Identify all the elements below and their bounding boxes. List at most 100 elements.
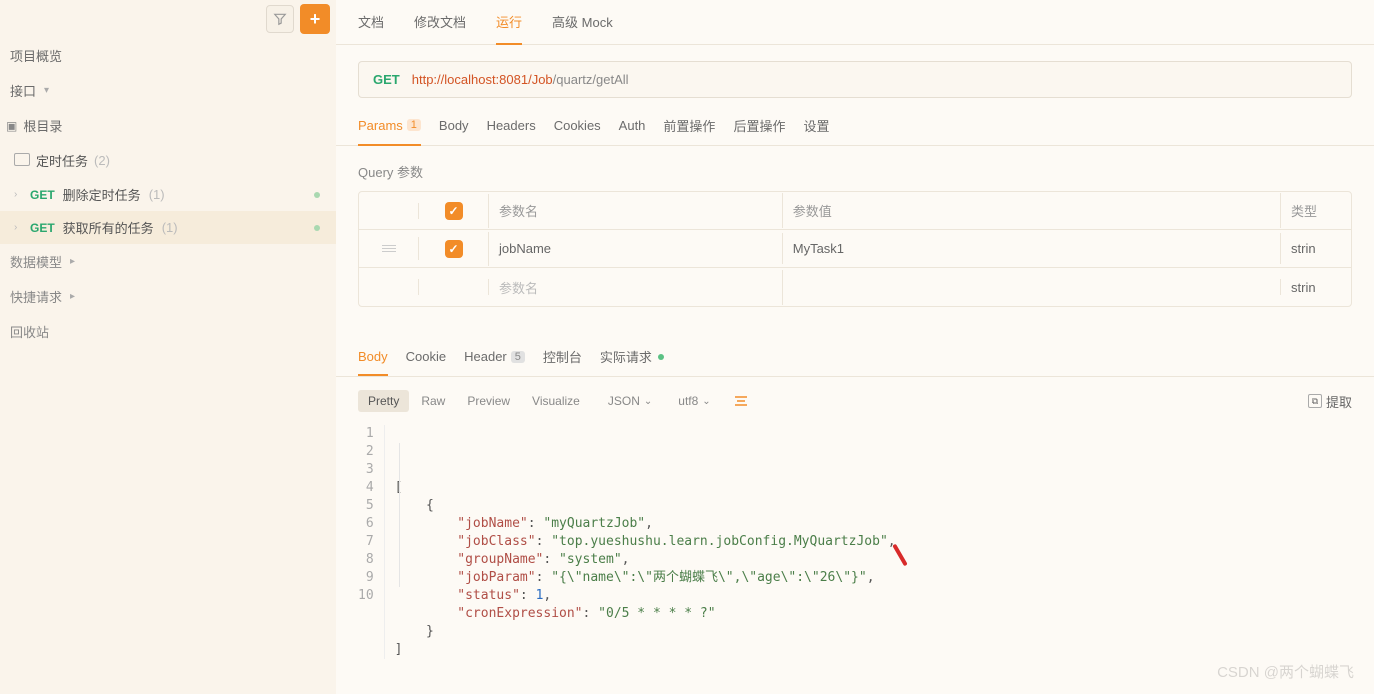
tree-item-get-all[interactable]: › GET 获取所有的任务 (1) [0, 211, 336, 244]
header-handle [359, 203, 419, 219]
params-label: Params [358, 118, 403, 133]
url-host: http://localhost:8081/Job [412, 72, 553, 87]
main-panel: 文档 修改文档 运行 高级 Mock GET http://localhost:… [336, 0, 1374, 694]
tab-mock[interactable]: 高级 Mock [552, 12, 613, 44]
root-label: 根目录 [23, 116, 62, 135]
api-nav[interactable]: 接口 ▾ [0, 73, 336, 108]
format-label: JSON [608, 394, 640, 408]
drag-handle[interactable] [359, 237, 419, 260]
empty-check [419, 279, 489, 295]
url-bar[interactable]: GET http://localhost:8081/Job/quartz/get… [358, 61, 1352, 98]
empty-handle [359, 279, 419, 295]
tab-settings[interactable]: 设置 [803, 116, 829, 145]
tab-run[interactable]: 运行 [496, 12, 522, 45]
tree-item-delete-task[interactable]: › GET 删除定时任务 (1) [0, 178, 336, 211]
response-tabs: Body Cookie Header 5 控制台 实际请求 [336, 307, 1374, 377]
view-visualize[interactable]: Visualize [522, 390, 590, 412]
method-badge: GET [30, 188, 55, 202]
format-icon [733, 395, 749, 407]
params-count-badge: 1 [407, 119, 421, 131]
filter-icon [273, 12, 287, 26]
tab-body[interactable]: Body [439, 116, 469, 145]
request-url[interactable]: http://localhost:8081/Job/quartz/getAll [412, 72, 629, 87]
resp-tab-header[interactable]: Header 5 [464, 349, 525, 374]
chevron-down-icon: ⌄ [702, 396, 710, 407]
folder-icon [14, 153, 30, 169]
extract-button[interactable]: ⧉ 提取 [1308, 392, 1352, 411]
param-type-input[interactable]: strin [1281, 272, 1351, 303]
quick-request-nav[interactable]: 快捷请求 ▸ [0, 279, 336, 314]
header-name: 参数名 [489, 193, 783, 228]
format-code-button[interactable] [729, 389, 753, 413]
encoding-label: utf8 [678, 394, 698, 408]
code-content[interactable]: [ { "jobName": "myQuartzJob", "jobClass"… [385, 425, 896, 659]
item-count: (1) [162, 220, 178, 235]
item-label: 获取所有的任务 [63, 218, 154, 237]
plus-icon: + [310, 9, 321, 30]
row-check: ✓ [419, 232, 489, 266]
format-dropdown[interactable]: JSON ⌄ [600, 390, 660, 412]
item-count: (1) [149, 187, 165, 202]
encoding-dropdown[interactable]: utf8 ⌄ [670, 390, 718, 412]
project-overview[interactable]: 项目概览 [0, 38, 336, 73]
tree-folder-timer[interactable]: 定时任务 (2) [0, 143, 336, 178]
method-badge: GET [30, 221, 55, 235]
extract-label: 提取 [1326, 392, 1352, 411]
folder-label: 定时任务 [36, 151, 88, 170]
header-check: ✓ [419, 194, 489, 228]
query-param-table: ✓ 参数名 参数值 类型 ✓ jobName MyTask1 strin [358, 191, 1352, 307]
header-type: 类型 [1281, 193, 1351, 228]
tab-params[interactable]: Params 1 [358, 116, 421, 146]
tab-edit-doc[interactable]: 修改文档 [414, 12, 466, 44]
http-method[interactable]: GET [373, 72, 400, 87]
line-gutter: 12345678910 [358, 425, 385, 659]
table-row: ✓ jobName MyTask1 strin [359, 230, 1351, 268]
status-dot [314, 225, 320, 231]
resp-tab-console[interactable]: 控制台 [543, 347, 582, 376]
filter-button[interactable] [266, 5, 294, 33]
response-body[interactable]: 12345678910 [ { "jobName": "myQuartzJob"… [358, 425, 1352, 659]
url-path: /quartz/getAll [553, 72, 629, 87]
quick-req-label: 快捷请求 [10, 287, 62, 306]
item-label: 删除定时任务 [63, 185, 141, 204]
caret-down-icon: ▾ [44, 85, 49, 96]
view-raw[interactable]: Raw [411, 390, 455, 412]
recycle-bin-nav[interactable]: 回收站 [0, 314, 336, 349]
folder-root-icon: ▣ [6, 119, 17, 133]
tab-doc[interactable]: 文档 [358, 12, 384, 44]
view-pretty[interactable]: Pretty [358, 390, 409, 412]
param-name-input[interactable]: 参数名 [489, 270, 783, 305]
extract-icon: ⧉ [1308, 394, 1322, 408]
checkbox-row[interactable]: ✓ [445, 240, 463, 258]
root-folder[interactable]: ▣ 根目录 [0, 108, 336, 143]
query-section-title: Query 参数 [336, 146, 1374, 191]
tab-pre[interactable]: 前置操作 [663, 116, 715, 145]
param-type-cell[interactable]: strin [1281, 233, 1351, 264]
view-mode-group: Pretty Raw Preview Visualize [358, 390, 590, 412]
sidebar: + 项目概览 接口 ▾ ▣ 根目录 定时任务 (2) › GET 删除定时任务 … [0, 0, 336, 694]
top-tabs: 文档 修改文档 运行 高级 Mock [336, 0, 1374, 45]
tab-headers[interactable]: Headers [487, 116, 536, 145]
tab-cookies[interactable]: Cookies [554, 116, 601, 145]
folder-count: (2) [94, 153, 110, 168]
view-preview[interactable]: Preview [457, 390, 520, 412]
green-dot-icon [658, 354, 664, 360]
resp-tab-cookie[interactable]: Cookie [406, 349, 446, 374]
resp-header-label: Header [464, 349, 507, 364]
chevron-right-icon: › [14, 222, 22, 233]
resp-tab-body[interactable]: Body [358, 349, 388, 376]
tab-post[interactable]: 后置操作 [733, 116, 785, 145]
param-value-input[interactable] [783, 279, 1281, 295]
param-name-cell[interactable]: jobName [489, 233, 783, 264]
header-value: 参数值 [783, 193, 1281, 228]
param-value-cell[interactable]: MyTask1 [783, 233, 1281, 264]
api-label: 接口 [10, 81, 36, 100]
response-toolbar: Pretty Raw Preview Visualize JSON ⌄ utf8… [336, 377, 1374, 425]
tab-auth[interactable]: Auth [619, 116, 646, 145]
drag-lines-icon [382, 245, 396, 252]
resp-tab-actual[interactable]: 实际请求 [600, 347, 664, 376]
data-model-nav[interactable]: 数据模型 ▸ [0, 244, 336, 279]
caret-right-icon: ▸ [70, 256, 75, 267]
add-button[interactable]: + [300, 4, 330, 34]
checkbox-all[interactable]: ✓ [445, 202, 463, 220]
